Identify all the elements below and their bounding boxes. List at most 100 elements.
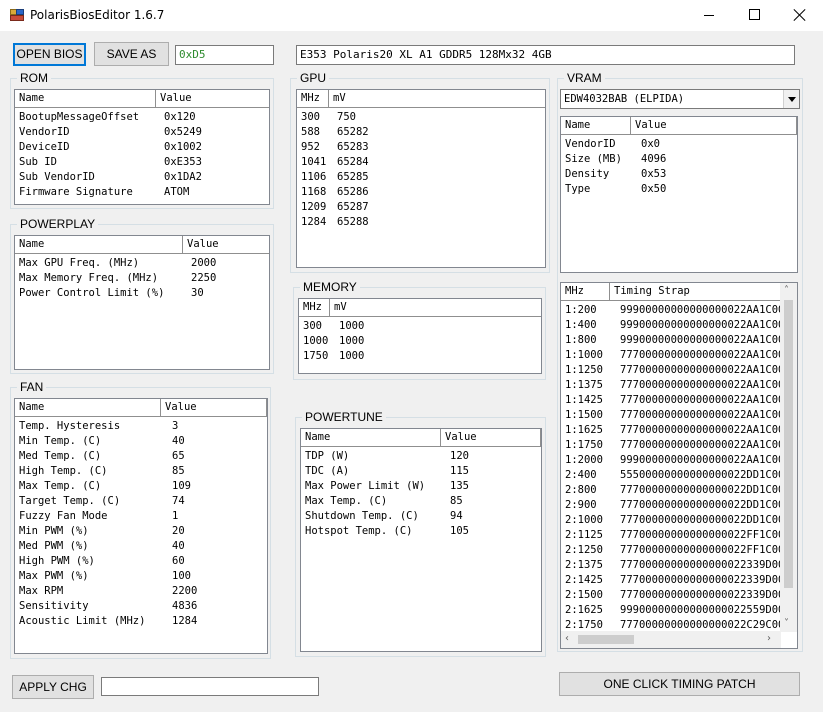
- timing-row[interactable]: 1:800 99900000000000000022AA1C00: [561, 333, 781, 348]
- rom-row[interactable]: Sub VendorID 0x1DA2: [15, 170, 269, 185]
- timing-row[interactable]: 2:1425 77700000000000000022339D00: [561, 573, 781, 588]
- one-click-timing-patch-button[interactable]: ONE CLICK TIMING PATCH: [559, 672, 800, 696]
- timing-vertical-scrollbar[interactable]: ˄ ˅: [780, 283, 797, 632]
- gpu-row[interactable]: 300 750: [297, 110, 545, 125]
- rom-col-name[interactable]: Name: [15, 90, 156, 107]
- timing-row[interactable]: 2:900 77700000000000000022DD1C00: [561, 498, 781, 513]
- powerplay-col-name[interactable]: Name: [15, 236, 183, 253]
- powertune-row[interactable]: Shutdown Temp. (C) 94: [301, 509, 541, 524]
- fan-list[interactable]: Name Value Temp. Hysteresis 3 Min Temp. (C…: [14, 398, 268, 654]
- powertune-col-value[interactable]: Value: [441, 429, 541, 446]
- close-button[interactable]: [777, 0, 823, 31]
- timing-col-mhz[interactable]: MHz: [561, 283, 610, 300]
- bios-name-field[interactable]: E353 Polaris20 XL A1 GDDR5 128Mx32 4GB: [296, 45, 795, 65]
- fan-row[interactable]: Temp. Hysteresis 3: [15, 419, 267, 434]
- timing-row[interactable]: 1:2000 99900000000000000022AA1C00: [561, 453, 781, 468]
- open-bios-button[interactable]: OPEN BIOS: [13, 43, 86, 66]
- rom-row[interactable]: DeviceID 0x1002: [15, 140, 269, 155]
- powertune-row[interactable]: TDC (A) 115: [301, 464, 541, 479]
- scroll-right-icon[interactable]: ›: [767, 634, 771, 644]
- fan-col-value[interactable]: Value: [161, 399, 267, 416]
- powerplay-col-value[interactable]: Value: [183, 236, 269, 253]
- apply-changes-button[interactable]: APPLY CHG: [12, 675, 94, 699]
- powertune-list[interactable]: Name Value TDP (W) 120 TDC (A) 115 Max Power…: [300, 428, 542, 652]
- gpu-list[interactable]: MHz mV 300 750 588 65282 952 65283 1041 65284 11…: [296, 89, 546, 268]
- timing-row[interactable]: 1:1425 77700000000000000022AA1C00: [561, 393, 781, 408]
- powerplay-row[interactable]: Max GPU Freq. (MHz) 2000: [15, 256, 269, 271]
- timing-row[interactable]: 1:1250 77700000000000000022AA1C00: [561, 363, 781, 378]
- fan-row[interactable]: Target Temp. (C) 74: [15, 494, 267, 509]
- gpu-row[interactable]: 1041 65284: [297, 155, 545, 170]
- powertune-row[interactable]: Max Temp. (C) 85: [301, 494, 541, 509]
- timing-strap-list[interactable]: MHz Timing Strap 1:200 999000000000000000…: [560, 282, 798, 649]
- timing-row[interactable]: 1:1750 77700000000000000022AA1C00: [561, 438, 781, 453]
- timing-row[interactable]: 2:1250 77700000000000000022FF1C00: [561, 543, 781, 558]
- fan-row[interactable]: High PWM (%) 60: [15, 554, 267, 569]
- timing-row[interactable]: 1:200 99900000000000000022AA1C00: [561, 303, 781, 318]
- fan-row[interactable]: Med PWM (%) 40: [15, 539, 267, 554]
- powertune-row[interactable]: TDP (W) 120: [301, 449, 541, 464]
- gpu-row[interactable]: 1284 65288: [297, 215, 545, 230]
- powertune-row[interactable]: Max Power Limit (W) 135: [301, 479, 541, 494]
- timing-horizontal-thumb[interactable]: [578, 635, 634, 644]
- maximize-button[interactable]: [732, 0, 778, 31]
- timing-row[interactable]: 2:400 55500000000000000022DD1C00: [561, 468, 781, 483]
- fan-col-name[interactable]: Name: [15, 399, 161, 416]
- checksum-field[interactable]: 0xD5: [175, 45, 274, 65]
- timing-row[interactable]: 2:1375 77700000000000000022339D00: [561, 558, 781, 573]
- fan-row[interactable]: Sensitivity 4836: [15, 599, 267, 614]
- powertune-row[interactable]: Hotspot Temp. (C) 105: [301, 524, 541, 539]
- vram-row[interactable]: VendorID 0x0: [561, 137, 797, 152]
- gpu-row[interactable]: 588 65282: [297, 125, 545, 140]
- vram-row[interactable]: Type 0x50: [561, 182, 797, 197]
- fan-row[interactable]: Min PWM (%) 20: [15, 524, 267, 539]
- rom-col-value[interactable]: Value: [156, 90, 269, 107]
- fan-row[interactable]: Min Temp. (C) 40: [15, 434, 267, 449]
- timing-row[interactable]: 1:1375 77700000000000000022AA1C00: [561, 378, 781, 393]
- memory-col-mv[interactable]: mV: [330, 299, 541, 316]
- vram-row[interactable]: Size (MB) 4096: [561, 152, 797, 167]
- vram-module-select[interactable]: EDW4032BAB (ELPIDA): [560, 89, 800, 109]
- gpu-row[interactable]: 952 65283: [297, 140, 545, 155]
- timing-row[interactable]: 2:1000 77700000000000000022DD1C00: [561, 513, 781, 528]
- gpu-row[interactable]: 1168 65286: [297, 185, 545, 200]
- rom-row[interactable]: VendorID 0x5249: [15, 125, 269, 140]
- powerplay-row[interactable]: Power Control Limit (%) 30: [15, 286, 269, 301]
- rom-row[interactable]: Firmware Signature ATOM: [15, 185, 269, 200]
- memory-row[interactable]: 300 1000: [299, 319, 541, 334]
- scroll-left-icon[interactable]: ‹: [565, 634, 569, 644]
- vram-row[interactable]: Density 0x53: [561, 167, 797, 182]
- memory-col-mhz[interactable]: MHz: [299, 299, 330, 316]
- timing-row[interactable]: 2:1750 77700000000000000022C29C00: [561, 618, 781, 631]
- gpu-col-mhz[interactable]: MHz: [297, 90, 329, 107]
- fan-row[interactable]: High Temp. (C) 85: [15, 464, 267, 479]
- save-as-button[interactable]: SAVE AS: [94, 42, 169, 66]
- rom-list[interactable]: Name Value BootupMessageOffset 0x120 Vendo…: [14, 89, 270, 205]
- rom-row[interactable]: BootupMessageOffset 0x120: [15, 110, 269, 125]
- fan-row[interactable]: Max RPM 2200: [15, 584, 267, 599]
- fan-row[interactable]: Max Temp. (C) 109: [15, 479, 267, 494]
- gpu-row[interactable]: 1209 65287: [297, 200, 545, 215]
- powerplay-row[interactable]: Max Memory Freq. (MHz) 2250: [15, 271, 269, 286]
- apply-status-field[interactable]: [101, 677, 319, 696]
- fan-row[interactable]: Max PWM (%) 100: [15, 569, 267, 584]
- timing-row[interactable]: 1:400 99900000000000000022AA1C00: [561, 318, 781, 333]
- vram-list[interactable]: Name Value VendorID 0x0 Size (MB) 4096 Densi…: [560, 116, 798, 273]
- timing-horizontal-scrollbar[interactable]: ‹ ›: [561, 631, 781, 648]
- timing-col-strap[interactable]: Timing Strap: [610, 283, 790, 300]
- timing-row[interactable]: 1:1625 77700000000000000022AA1C00: [561, 423, 781, 438]
- timing-row[interactable]: 2:1625 99900000000000000022559D00: [561, 603, 781, 618]
- memory-row[interactable]: 1000 1000: [299, 334, 541, 349]
- timing-row[interactable]: 2:800 77700000000000000022DD1C00: [561, 483, 781, 498]
- timing-row[interactable]: 1:1000 77700000000000000022AA1C00: [561, 348, 781, 363]
- minimize-button[interactable]: [686, 0, 732, 31]
- rom-row[interactable]: Sub ID 0xE353: [15, 155, 269, 170]
- chevron-down-icon[interactable]: [783, 90, 799, 108]
- fan-row[interactable]: Fuzzy Fan Mode 1: [15, 509, 267, 524]
- scroll-up-icon[interactable]: ˄: [784, 286, 789, 296]
- vram-col-value[interactable]: Value: [631, 117, 797, 134]
- timing-row[interactable]: 2:1125 77700000000000000022FF1C00: [561, 528, 781, 543]
- gpu-col-mv[interactable]: mV: [329, 90, 545, 107]
- powerplay-list[interactable]: Name Value Max GPU Freq. (MHz) 2000 Max Me…: [14, 235, 270, 370]
- memory-row[interactable]: 1750 1000: [299, 349, 541, 364]
